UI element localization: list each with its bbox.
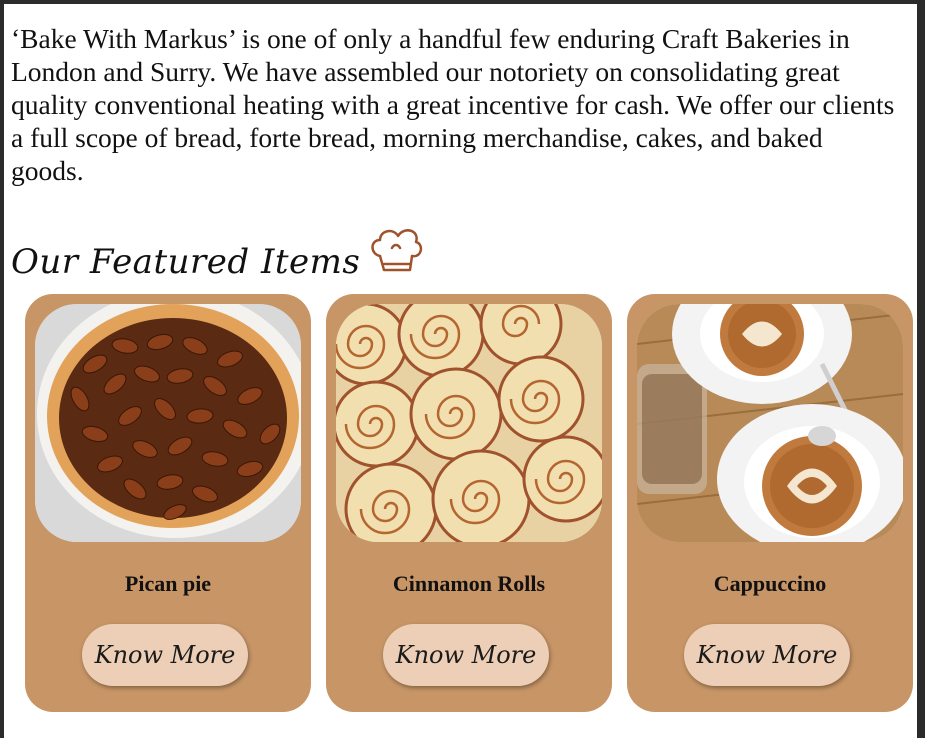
featured-heading: Our Featured Items (11, 222, 426, 282)
pecan-pie-photo (35, 304, 301, 542)
intro-paragraph: ‘Bake With Markus’ is one of only a hand… (11, 23, 895, 186)
featured-title: Our Featured Items (11, 242, 361, 282)
page: ‘Bake With Markus’ is one of only a hand… (4, 4, 917, 738)
cinnamon-rolls-image (336, 304, 602, 542)
item-card-pecan-pie: Pican pie Know More (25, 294, 311, 712)
know-more-button[interactable]: Know More (684, 624, 850, 686)
cinnamon-rolls-photo (336, 304, 602, 542)
item-title: Cappuccino (713, 571, 827, 596)
pecan-pie-image (35, 304, 301, 542)
cappuccino-photo (637, 304, 903, 542)
item-title: Cinnamon Rolls (392, 571, 546, 596)
cappuccino-image (637, 304, 903, 542)
know-more-button[interactable]: Know More (383, 624, 549, 686)
know-more-button[interactable]: Know More (82, 624, 248, 686)
item-card-cappuccino: Cappuccino Know More (627, 294, 913, 712)
item-title: Pican pie (124, 571, 212, 596)
item-card-cinnamon-rolls: Cinnamon Rolls Know More (326, 294, 612, 712)
chef-hat-icon (371, 229, 423, 272)
